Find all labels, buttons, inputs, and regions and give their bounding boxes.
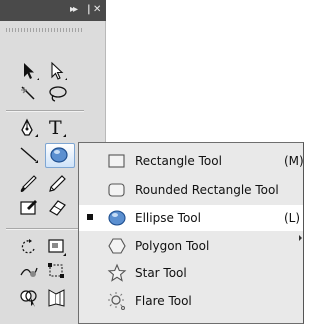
flyout-item-flare-tool[interactable]: Flare Tool bbox=[79, 288, 303, 314]
ellipse-icon bbox=[107, 208, 127, 232]
flyout-item-polygon-tool[interactable]: Polygon Tool bbox=[79, 233, 303, 259]
warp-tool-icon[interactable] bbox=[18, 260, 40, 282]
rectangle-icon bbox=[107, 151, 127, 175]
type-tool-icon[interactable]: T bbox=[46, 117, 68, 139]
magic-wand-tool-icon[interactable] bbox=[18, 83, 40, 105]
free-transform-tool-icon[interactable] bbox=[46, 260, 68, 282]
flyout-item-label: Polygon Tool bbox=[135, 239, 210, 253]
flare-icon bbox=[107, 291, 127, 315]
shape-builder-tool-icon[interactable] bbox=[18, 286, 40, 308]
flyout-tearoff-arrow-icon[interactable] bbox=[299, 235, 302, 241]
scale-tool-icon[interactable] bbox=[46, 236, 68, 258]
flyout-item-label: Rectangle Tool bbox=[135, 154, 222, 168]
flyout-item-label: Rounded Rectangle Tool bbox=[135, 183, 279, 197]
blob-brush-tool-icon[interactable] bbox=[18, 197, 40, 219]
svg-text:T: T bbox=[49, 117, 62, 139]
double-chevron-right-icon[interactable]: ▸▸ bbox=[70, 4, 78, 16]
flyout-item-label: Ellipse Tool bbox=[135, 211, 201, 225]
shape-tools-flyout: Rectangle Tool (M) Rounded Rectangle Too… bbox=[78, 142, 304, 324]
flyout-item-label: Flare Tool bbox=[135, 294, 192, 308]
pen-tool-icon[interactable] bbox=[18, 117, 40, 139]
rotate-tool-icon[interactable] bbox=[18, 236, 40, 258]
flyout-item-rounded-rectangle-tool[interactable]: Rounded Rectangle Tool bbox=[79, 177, 303, 203]
lasso-tool-icon[interactable] bbox=[46, 83, 68, 105]
selected-bullet bbox=[87, 214, 93, 220]
polygon-icon bbox=[107, 236, 127, 260]
tool-group-divider bbox=[6, 110, 84, 112]
close-icon[interactable]: ✕ bbox=[93, 4, 101, 16]
flyout-item-label: Star Tool bbox=[135, 266, 187, 280]
ellipse-tool-button[interactable] bbox=[45, 143, 75, 168]
tools-panel-titlebar[interactable]: ▸▸ | ✕ bbox=[0, 0, 106, 21]
eraser-tool-icon[interactable] bbox=[46, 197, 68, 219]
star-icon bbox=[107, 263, 127, 287]
paintbrush-tool-icon[interactable] bbox=[18, 173, 40, 195]
selection-tool-icon[interactable] bbox=[18, 60, 40, 82]
pencil-tool-icon[interactable] bbox=[46, 173, 68, 195]
flyout-item-shortcut: (M) bbox=[284, 154, 304, 168]
flyout-item-shortcut: (L) bbox=[284, 211, 301, 225]
flyout-item-ellipse-tool[interactable]: Ellipse Tool (L) bbox=[79, 205, 303, 231]
line-segment-tool-icon[interactable] bbox=[18, 143, 40, 165]
tool-group-divider bbox=[6, 228, 84, 230]
flyout-item-rectangle-tool[interactable]: Rectangle Tool (M) bbox=[79, 148, 304, 175]
flyout-item-star-tool[interactable]: Star Tool bbox=[79, 260, 303, 286]
titlebar-divider: | bbox=[87, 4, 91, 15]
ellipse-tool-icon bbox=[50, 147, 68, 163]
direct-selection-tool-icon[interactable] bbox=[46, 60, 68, 82]
panel-grip[interactable] bbox=[6, 28, 82, 32]
rounded-rectangle-icon bbox=[107, 180, 127, 204]
perspective-grid-tool-icon[interactable] bbox=[46, 286, 68, 308]
